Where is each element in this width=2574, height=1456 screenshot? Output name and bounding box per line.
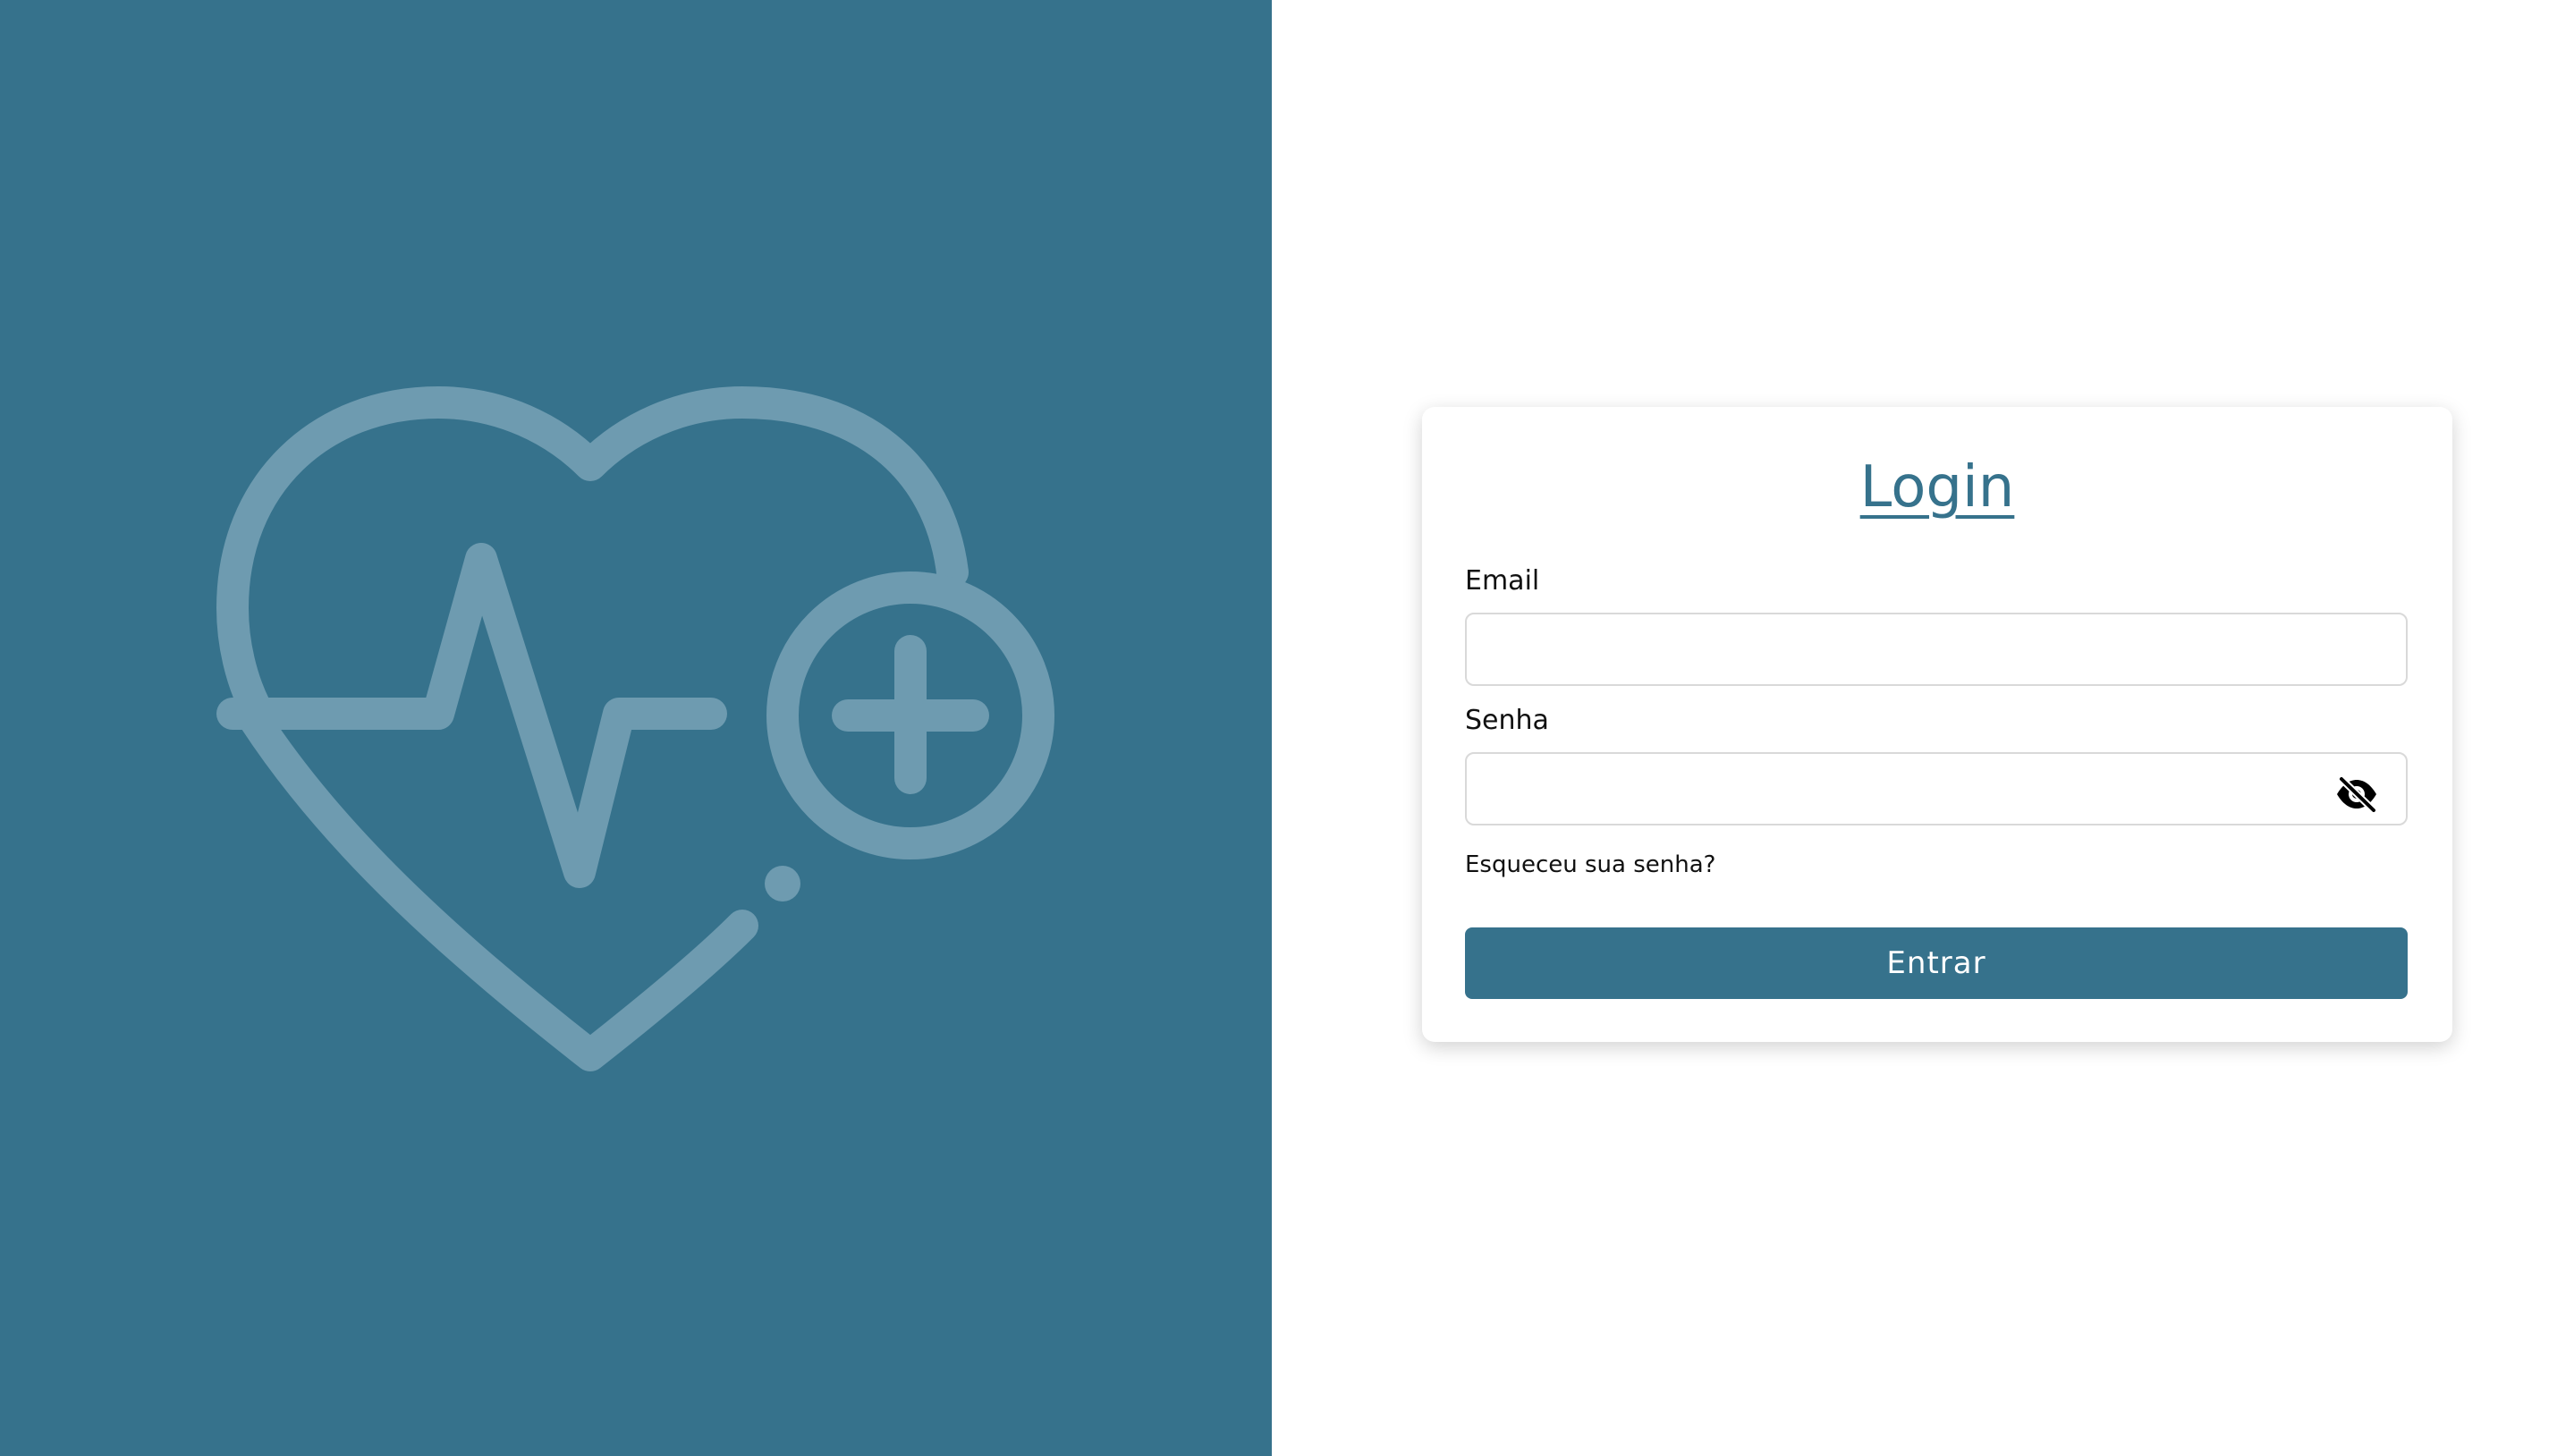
brand-panel (0, 0, 1272, 1456)
email-label: Email (1465, 565, 1540, 597)
login-title: Login (1859, 454, 2015, 521)
forgot-password-link[interactable]: Esqueceu sua senha? (1465, 853, 1715, 876)
eye-off-icon[interactable] (2334, 776, 2379, 812)
login-button[interactable]: Entrar (1465, 927, 2408, 999)
password-label: Senha (1465, 705, 1549, 736)
email-field[interactable] (1465, 613, 2408, 686)
heart-pulse-plus-icon (216, 386, 1054, 1071)
password-field[interactable] (1465, 752, 2408, 825)
login-page: Login Email Senha Esqueceu sua senha? En… (0, 0, 2574, 1456)
login-card: Login Email Senha Esqueceu sua senha? En… (1422, 407, 2452, 1042)
